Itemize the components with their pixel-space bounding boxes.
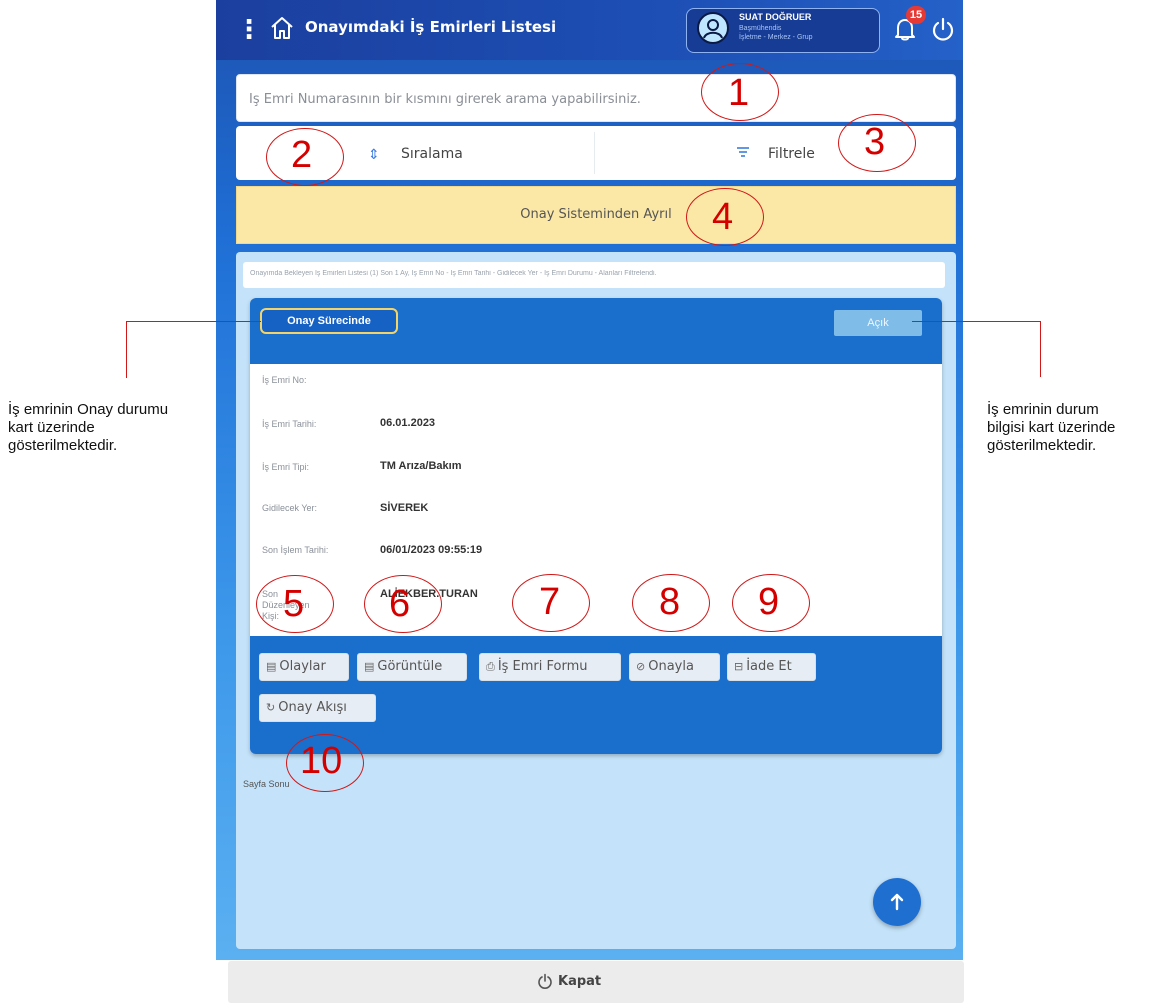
button-label: Onayla xyxy=(648,659,694,674)
field-value: TM Arıza/Bakım xyxy=(380,460,462,472)
callout-number: 10 xyxy=(300,740,343,782)
view-button[interactable]: ▤ Görüntüle xyxy=(357,653,467,681)
filter-icon xyxy=(737,147,749,157)
arrow-up-icon xyxy=(890,893,904,911)
events-button[interactable]: ▤ Olaylar xyxy=(259,653,349,681)
menu-kebab-icon[interactable]: ⋮ xyxy=(236,14,262,44)
view-icon: ▤ xyxy=(364,660,375,673)
leader-line xyxy=(126,321,128,378)
note-line: kart üzerinde xyxy=(8,419,95,436)
field-label: Son İşlem Tarihi: xyxy=(262,545,329,555)
sort-label: Sıralama xyxy=(401,146,463,162)
close-label: Kapat xyxy=(558,974,602,989)
left-annotation-note: İş emrinin Onay durumu kart üzerinde gös… xyxy=(8,401,168,455)
field-label: İş Emri Tipi: xyxy=(262,462,310,472)
flow-icon: ↻ xyxy=(266,701,276,714)
work-order-form-button[interactable]: ⎙ İş Emri Formu xyxy=(479,653,621,681)
field-label: İş Emri Tarihi: xyxy=(262,419,317,429)
print-icon: ⎙ xyxy=(486,660,495,673)
note-line: gösterilmektedir. xyxy=(8,437,118,454)
return-button[interactable]: ⊟ İade Et xyxy=(727,653,816,681)
return-icon: ⊟ xyxy=(734,660,744,673)
field-value: 06/01/2023 09:55:19 xyxy=(380,544,483,556)
callout-number: 3 xyxy=(864,121,886,163)
notification-badge: 15 xyxy=(906,6,926,24)
work-order-state-badge: Açık xyxy=(834,310,922,336)
leader-line xyxy=(126,321,261,323)
right-annotation-note: İş emrinin durum bilgisi kart üzerinde g… xyxy=(987,401,1115,455)
leader-line xyxy=(1040,321,1042,377)
avatar xyxy=(697,12,729,44)
warning-text: Onay Sisteminden Ayrıl xyxy=(520,207,672,222)
search-input[interactable] xyxy=(247,75,701,123)
field-value: SİVEREK xyxy=(380,502,429,514)
callout-number: 8 xyxy=(659,581,681,623)
button-label: Olaylar xyxy=(279,659,326,674)
callout-number: 2 xyxy=(291,134,313,176)
approval-flow-button[interactable]: ↻ Onay Akışı xyxy=(259,694,376,722)
user-org: İşletme - Merkez - Grup xyxy=(739,34,813,41)
button-label: Onay Akışı xyxy=(278,700,347,715)
filter-label: Filtrele xyxy=(768,146,815,162)
note-line: bilgisi kart üzerinde xyxy=(987,419,1116,436)
button-label: İş Emri Formu xyxy=(497,659,588,674)
leader-line xyxy=(912,321,1041,323)
callout-number: 9 xyxy=(758,581,780,623)
callout-number: 1 xyxy=(728,72,750,114)
events-icon: ▤ xyxy=(266,660,277,673)
search-box xyxy=(236,74,956,123)
card-body xyxy=(250,364,942,636)
power-icon xyxy=(538,973,552,989)
note-line: gösterilmektedir. xyxy=(987,437,1097,454)
page-title: Onayımdaki İş Emirleri Listesi xyxy=(305,18,557,36)
note-line: İş emrinin Onay durumu xyxy=(8,401,169,418)
callout-number: 4 xyxy=(712,196,734,238)
approve-icon: ⊘ xyxy=(636,660,646,673)
button-label: Görüntüle xyxy=(377,659,443,674)
field-label: İş Emri No: xyxy=(262,375,307,385)
field-value: 06.01.2023 xyxy=(380,417,436,429)
callout-number: 6 xyxy=(389,583,411,625)
approval-status-badge: Onay Sürecinde xyxy=(260,308,398,334)
field-label: Gidilecek Yer: xyxy=(262,503,318,513)
page-end-label: Sayfa Sonu xyxy=(243,779,290,789)
user-role: Başmühendis xyxy=(739,25,782,32)
button-label: İade Et xyxy=(746,659,792,674)
approve-button[interactable]: ⊘ Onayla xyxy=(629,653,720,681)
home-icon[interactable] xyxy=(268,14,296,42)
sort-icon: ⇕ xyxy=(368,146,380,162)
leave-approval-system-button[interactable]: Onay Sisteminden Ayrıl xyxy=(236,186,956,244)
scroll-to-top-button[interactable] xyxy=(873,878,921,926)
power-icon[interactable] xyxy=(930,16,956,42)
user-icon xyxy=(703,19,723,39)
note-line: İş emrinin durum xyxy=(987,401,1099,418)
filter-info-text: Onayımda Bekleyen İş Emirleri Listesi (1… xyxy=(250,270,657,277)
callout-number: 5 xyxy=(283,583,305,625)
user-name: SUAT DOĞRUER xyxy=(739,12,812,22)
callout-number: 7 xyxy=(539,581,561,623)
